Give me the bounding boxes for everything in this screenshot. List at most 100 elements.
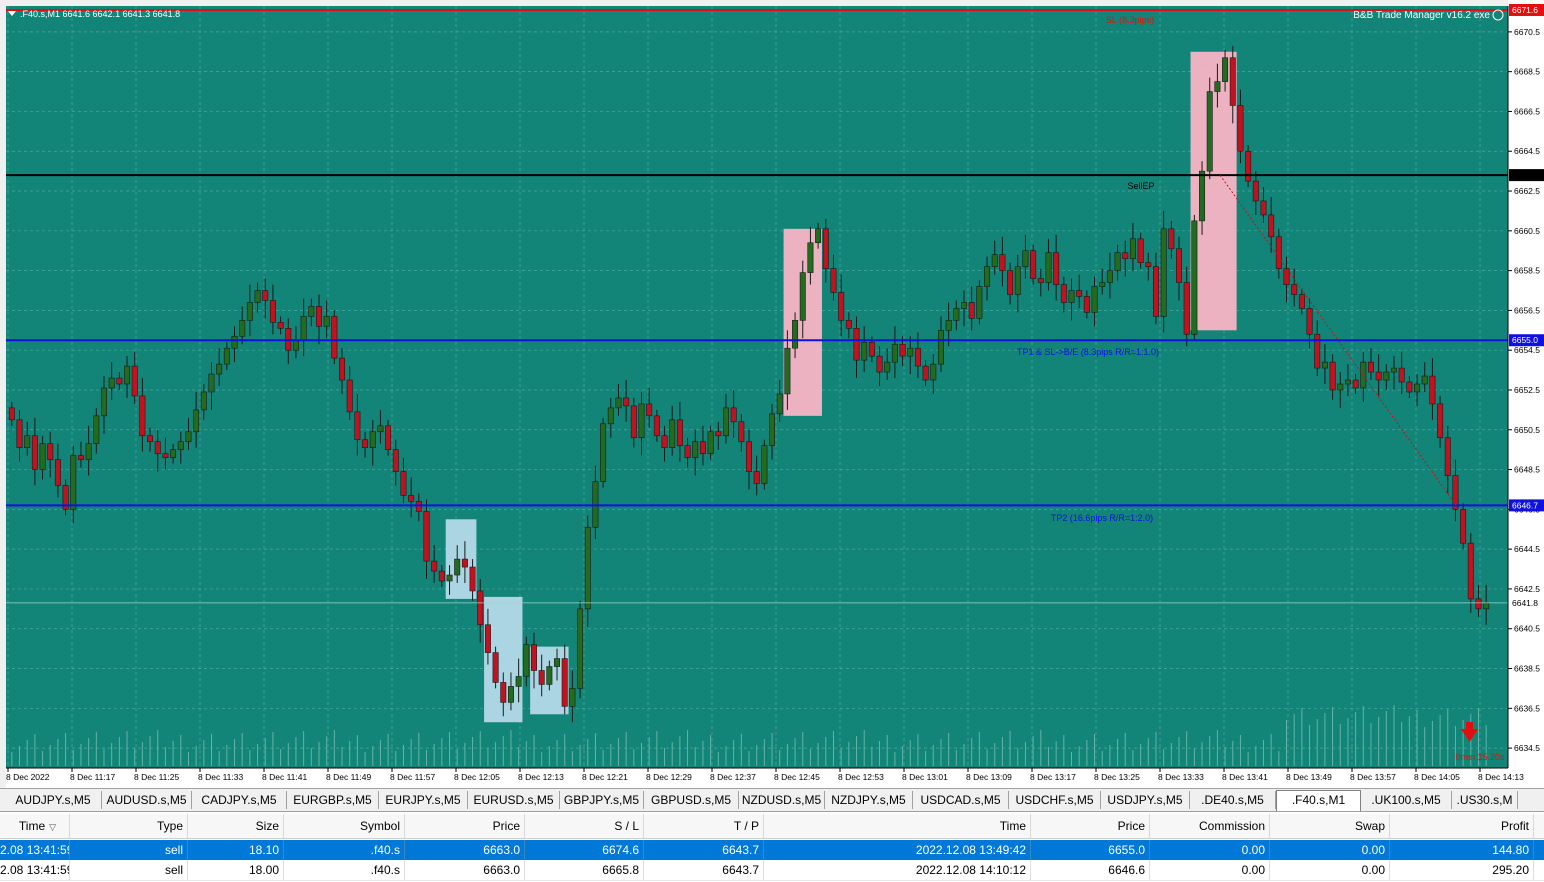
candle-body <box>1083 296 1090 313</box>
candle-body <box>577 608 584 689</box>
tab-us30-s-m[interactable]: .US30.s,M <box>1452 791 1518 809</box>
price-tick-label: 6650.5 <box>1514 425 1540 435</box>
candle-body <box>1483 602 1490 610</box>
tab-cadjpy-s-m5[interactable]: CADJPY.s,M5 <box>192 791 287 809</box>
table-row[interactable]: 2.08 13:41:59 sell 18.10 .f40.s 6663.0 6674.6… <box>0 840 1544 860</box>
price-tick-label: 6662.5 <box>1514 186 1540 196</box>
col-header-type[interactable]: Type <box>70 814 188 838</box>
tab-audusd-s-m5[interactable]: AUDUSD.s,M5 <box>102 791 192 809</box>
candle-body <box>615 397 622 409</box>
cell-swap: 0.00 <box>1270 860 1390 880</box>
price-tick-label: 6654.5 <box>1514 345 1540 355</box>
candle-body <box>991 254 998 267</box>
col-header-label: Time <box>18 819 46 833</box>
candle-body <box>1068 290 1075 303</box>
candle-body <box>239 320 246 337</box>
candle-body <box>1437 403 1444 439</box>
price-chart[interactable]: 6670.5 6668.5 6666.5 6664.5 6662.5 6660.5 6658… <box>0 0 1544 788</box>
col-header-s-l[interactable]: S / L <box>525 814 644 838</box>
col-header-t-p[interactable]: T / P <box>644 814 764 838</box>
candle-body <box>93 415 100 445</box>
tab-uk100-s-m5[interactable]: .UK100.s,M5 <box>1361 791 1452 809</box>
candle-body <box>1306 308 1313 335</box>
tp2-label: TP2 (16.6pips R/R=1:2.0) <box>1051 513 1153 523</box>
tp1-label: TP1 & SL->B/E (8.3pips R/R=1:1.0) <box>1017 347 1159 357</box>
candle-body <box>500 682 507 703</box>
candle-body <box>16 419 23 448</box>
candle-body <box>1222 57 1229 82</box>
candle-body <box>200 391 207 411</box>
tab-eurjpy-s-m5[interactable]: EURJPY.s,M5 <box>379 791 468 809</box>
time-tick-label: 8 Dec 13:17 <box>1030 772 1076 782</box>
tab-eurusd-s-m5[interactable]: EURUSD.s,M5 <box>468 791 560 809</box>
cell-time: 2.08 13:41:59 <box>0 840 70 860</box>
time-tick-label: 8 Dec 12:37 <box>710 772 756 782</box>
tab-eurgbp-s-m5[interactable]: EURGBP.s,M5 <box>287 791 379 809</box>
candle-body <box>1007 270 1014 295</box>
candle-body <box>515 676 522 687</box>
tab-usdchf-s-m5[interactable]: USDCHF.s,M5 <box>1009 791 1101 809</box>
orders-table: Time ▽ Type Size Symbol Price S / LT / P Time Pr… <box>0 812 1544 882</box>
tab-usdjpy-s-m5[interactable]: USDJPY.s,M5 <box>1101 791 1190 809</box>
candle-body <box>692 441 699 458</box>
cell-s-l: 6674.6 <box>525 840 644 860</box>
candle-body <box>945 320 952 331</box>
col-header-price[interactable]: Price <box>1031 814 1150 838</box>
time-tick-label: 8 Dec 11:25 <box>134 772 179 782</box>
candle-body <box>930 363 937 381</box>
candle-body <box>54 459 61 486</box>
candle-body <box>868 341 875 357</box>
candle-body <box>216 363 223 375</box>
candle-body <box>899 343 906 357</box>
time-tick-label: 8 Dec 14:05 <box>1414 772 1460 782</box>
candle-body <box>323 316 330 327</box>
col-header-time[interactable]: Time ▽ <box>0 814 70 838</box>
candle-body <box>316 306 322 327</box>
col-header-time[interactable]: Time <box>764 814 1031 838</box>
col-header-profit[interactable]: Profit <box>1390 814 1534 838</box>
time-tick-label: 8 Dec 13:49 <box>1286 772 1332 782</box>
candle-body <box>523 644 530 677</box>
candle-body <box>170 449 177 458</box>
candle-body <box>193 409 200 433</box>
tab-nzdjpy-s-m5[interactable]: NZDJPY.s,M5 <box>825 791 913 809</box>
tab-nzdusd-s-m5[interactable]: NZDUSD.s,M5 <box>739 791 825 809</box>
expert-label: B&B Trade Manager v16.2 exe <box>1353 10 1490 21</box>
tab-de40-s-m5[interactable]: .DE40.s,M5 <box>1190 791 1276 809</box>
candle-body <box>531 644 537 671</box>
tab-audjpy-s-m5[interactable]: AUDJPY.s,M5 <box>5 791 102 809</box>
candle-body <box>1053 252 1060 285</box>
price-tick-label: 6648.5 <box>1514 465 1540 475</box>
candle-body <box>1391 367 1398 373</box>
candle-body <box>1145 262 1152 267</box>
candle-body <box>999 254 1006 271</box>
time-tick-label: 8 Dec 13:09 <box>966 772 1012 782</box>
tab-usdcad-s-m5[interactable]: USDCAD.s,M5 <box>913 791 1009 809</box>
candle-body <box>431 560 438 572</box>
cell-s-l: 6665.8 <box>525 860 644 880</box>
candle-body <box>8 407 15 421</box>
chart-window[interactable]: 6670.5 6668.5 6666.5 6664.5 6662.5 6660.5 6658… <box>0 0 1544 788</box>
price-axis: 6670.5 6668.5 6666.5 6664.5 6662.5 6660.5 6658… <box>1507 0 1544 770</box>
candle-body <box>1045 252 1052 283</box>
candle-body <box>1245 150 1252 182</box>
candle-body <box>561 658 568 707</box>
table-row[interactable]: 2.08 13:41:59 sell 18.00 .f40.s 6663.0 6665.8… <box>0 860 1544 881</box>
candle-body <box>454 558 461 576</box>
col-header-commission[interactable]: Commission <box>1150 814 1270 838</box>
candle-body <box>1014 266 1021 295</box>
col-header-size[interactable]: Size <box>188 814 284 838</box>
tab-f40-s-m1[interactable]: .F40.s,M1 <box>1276 790 1361 811</box>
candle-body <box>1383 371 1390 381</box>
col-header-swap[interactable]: Swap <box>1270 814 1390 838</box>
candle-body <box>684 445 691 458</box>
candle-body <box>676 419 683 446</box>
candle-body <box>108 377 115 389</box>
col-header-symbol[interactable]: Symbol <box>284 814 405 838</box>
candle-body <box>1206 91 1213 172</box>
tab-gbpjpy-s-m5[interactable]: GBPJPY.s,M5 <box>560 791 644 809</box>
tab-gbpusd-s-m5[interactable]: GBPUSD.s,M5 <box>644 791 739 809</box>
candle-body <box>1168 228 1175 250</box>
sort-down-icon[interactable]: ▽ <box>49 822 56 832</box>
col-header-price[interactable]: Price <box>405 814 525 838</box>
